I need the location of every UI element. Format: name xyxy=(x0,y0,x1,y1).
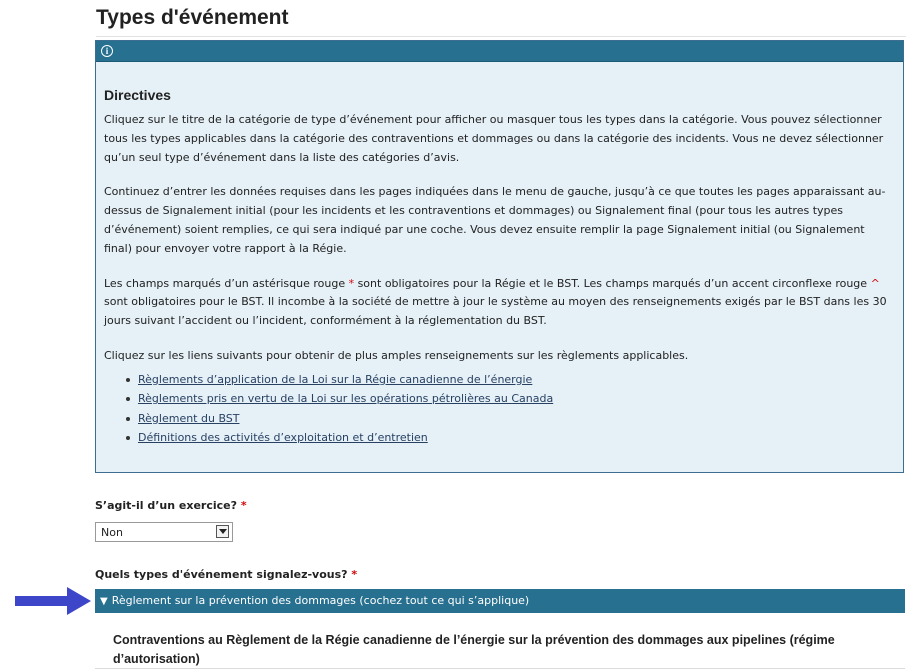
event-types-question-label: Quels types d'événement signalez-vous? * xyxy=(95,568,357,581)
event-types-question-text: Quels types d'événement signalez-vous? xyxy=(95,568,348,581)
damage-prevention-category-toggle[interactable]: ▼ Règlement sur la prévention des dommage… xyxy=(95,589,905,613)
link-operation-maintenance-definitions[interactable]: Définitions des activités d’exploitation… xyxy=(138,431,428,444)
directives-panel: i Directives Cliquez sur le titre de la … xyxy=(95,40,904,473)
link-cogoa-regulations[interactable]: Règlements pris en vertu de la Loi sur l… xyxy=(138,392,553,405)
subheading-divider xyxy=(95,668,905,669)
directives-paragraph: Cliquez sur les liens suivants pour obte… xyxy=(104,348,689,362)
triangle-down-icon: ▼ xyxy=(100,596,108,607)
directives-text: Les champs marqués d’un astérisque rouge xyxy=(104,276,349,290)
directives-text: sont obligatoires pour le BST. Il incomb… xyxy=(104,295,887,328)
category-header-label: Règlement sur la prévention des dommages… xyxy=(111,594,530,607)
info-icon: i xyxy=(101,45,113,57)
directives-panel-header: i xyxy=(96,41,903,62)
exercise-question-label: S’agit-il d’un exercice? * xyxy=(95,499,247,512)
exercise-select-value: Non xyxy=(101,526,123,539)
regulation-links: Règlements d’application de la Loi sur l… xyxy=(104,370,891,448)
chevron-down-icon[interactable] xyxy=(216,525,229,538)
title-divider xyxy=(96,36,906,37)
list-item: Règlement du BST xyxy=(124,409,891,429)
directives-paragraph: Continuez d’entrer les données requises … xyxy=(104,185,886,255)
required-asterisk: * xyxy=(240,499,247,512)
list-item: Règlements pris en vertu de la Loi sur l… xyxy=(124,389,891,409)
link-tsb-regulation[interactable]: Règlement du BST xyxy=(138,412,240,425)
directives-paragraph: Cliquez sur le titre de la catégorie de … xyxy=(104,113,884,164)
arrow-pointer-icon xyxy=(15,587,91,615)
required-caret: ^ xyxy=(870,276,880,290)
list-item: Règlements d’application de la Loi sur l… xyxy=(124,370,891,390)
directives-paragraph-required-fields: Les champs marqués d’un astérisque rouge… xyxy=(104,275,891,331)
exercise-question-text: S’agit-il d’un exercice? xyxy=(95,499,238,512)
page-title: Types d'événement xyxy=(96,6,289,29)
link-cer-act-regulations[interactable]: Règlements d’application de la Loi sur l… xyxy=(138,373,532,386)
required-asterisk: * xyxy=(351,568,358,581)
directives-body: Directives Cliquez sur le titre de la ca… xyxy=(96,87,903,448)
exercise-select[interactable]: Non xyxy=(95,522,233,542)
directives-text: sont obligatoires pour la Régie et le BS… xyxy=(354,276,871,290)
category-subheading: Contraventions au Règlement de la Régie … xyxy=(113,633,835,666)
list-item: Définitions des activités d’exploitation… xyxy=(124,428,891,448)
directives-title: Directives xyxy=(104,87,171,103)
